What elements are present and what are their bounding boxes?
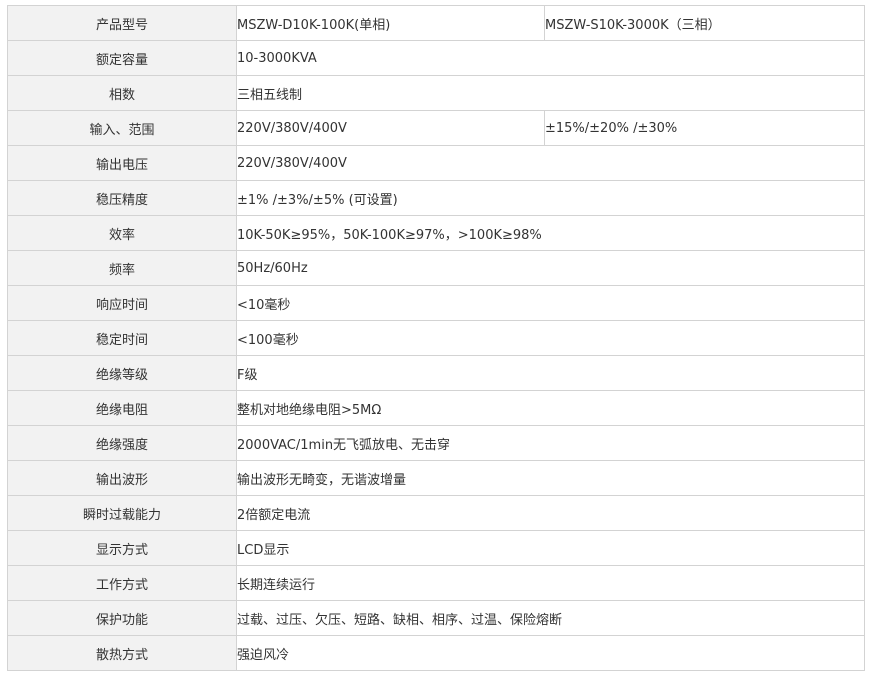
table-row: 输入、范围 220V/380V/400V ±15%/±20% /±30% [7, 110, 865, 146]
spec-label: 散热方式 [7, 635, 237, 671]
spec-value: 三相五线制 [236, 75, 865, 111]
spec-label: 频率 [7, 250, 237, 286]
spec-label: 绝缘电阻 [7, 390, 237, 426]
spec-label: 绝缘等级 [7, 355, 237, 391]
spec-value: 强迫风冷 [236, 635, 865, 671]
table-row: 绝缘等级 F级 [7, 355, 865, 391]
spec-table: 产品型号 MSZW-D10K-100K(单相) MSZW-S10K-3000K（三相… [7, 5, 865, 671]
table-row: 瞬时过载能力 2倍额定电流 [7, 495, 865, 531]
table-row: 响应时间 <10毫秒 [7, 285, 865, 321]
table-row: 频率 50Hz/60Hz [7, 250, 865, 286]
spec-value: 220V/380V/400V [236, 110, 545, 146]
spec-label: 产品型号 [7, 5, 237, 41]
spec-label: 绝缘强度 [7, 425, 237, 461]
table-row: 保护功能 过载、过压、欠压、短路、缺相、相序、过温、保险熔断 [7, 600, 865, 636]
spec-value: 10K-50K≥95%，50K-100K≥97%，>100K≥98% [236, 215, 865, 251]
spec-value: 长期连续运行 [236, 565, 865, 601]
table-row: 相数 三相五线制 [7, 75, 865, 111]
table-row: 稳压精度 ±1% /±3%/±5% (可设置) [7, 180, 865, 216]
spec-value: 输出波形无畸变，无谐波增量 [236, 460, 865, 496]
spec-label: 相数 [7, 75, 237, 111]
table-row: 稳定时间 <100毫秒 [7, 320, 865, 356]
spec-label: 输入、范围 [7, 110, 237, 146]
table-row: 产品型号 MSZW-D10K-100K(单相) MSZW-S10K-3000K（三相… [7, 5, 865, 41]
spec-label: 额定容量 [7, 40, 237, 76]
spec-value: MSZW-D10K-100K(单相) [236, 5, 545, 41]
spec-label: 输出电压 [7, 145, 237, 181]
table-row: 工作方式 长期连续运行 [7, 565, 865, 601]
table-row: 输出波形 输出波形无畸变，无谐波增量 [7, 460, 865, 496]
spec-value: 过载、过压、欠压、短路、缺相、相序、过温、保险熔断 [236, 600, 865, 636]
spec-label: 瞬时过载能力 [7, 495, 237, 531]
spec-value: 220V/380V/400V [236, 145, 865, 181]
spec-label: 显示方式 [7, 530, 237, 566]
spec-value: ±1% /±3%/±5% (可设置) [236, 180, 865, 216]
spec-table-body: 产品型号 MSZW-D10K-100K(单相) MSZW-S10K-3000K（三相… [7, 5, 865, 671]
table-row: 额定容量 10-3000KVA [7, 40, 865, 76]
spec-table-container: 产品型号 MSZW-D10K-100K(单相) MSZW-S10K-3000K（三相… [7, 5, 865, 671]
spec-label: 稳定时间 [7, 320, 237, 356]
table-row: 效率 10K-50K≥95%，50K-100K≥97%，>100K≥98% [7, 215, 865, 251]
spec-value: 50Hz/60Hz [236, 250, 865, 286]
spec-label: 响应时间 [7, 285, 237, 321]
spec-label: 输出波形 [7, 460, 237, 496]
spec-value: MSZW-S10K-3000K（三相） [544, 5, 865, 41]
table-row: 绝缘电阻 整机对地绝缘电阻>5MΩ [7, 390, 865, 426]
spec-value: F级 [236, 355, 865, 391]
spec-value: 10-3000KVA [236, 40, 865, 76]
spec-value: <10毫秒 [236, 285, 865, 321]
table-row: 散热方式 强迫风冷 [7, 635, 865, 671]
spec-value: 整机对地绝缘电阻>5MΩ [236, 390, 865, 426]
spec-label: 工作方式 [7, 565, 237, 601]
spec-value: 2倍额定电流 [236, 495, 865, 531]
table-row: 绝缘强度 2000VAC/1min无飞弧放电、无击穿 [7, 425, 865, 461]
spec-label: 稳压精度 [7, 180, 237, 216]
spec-value: 2000VAC/1min无飞弧放电、无击穿 [236, 425, 865, 461]
spec-label: 保护功能 [7, 600, 237, 636]
spec-value: ±15%/±20% /±30% [544, 110, 865, 146]
table-row: 输出电压 220V/380V/400V [7, 145, 865, 181]
spec-label: 效率 [7, 215, 237, 251]
spec-value: LCD显示 [236, 530, 865, 566]
spec-value: <100毫秒 [236, 320, 865, 356]
table-row: 显示方式 LCD显示 [7, 530, 865, 566]
